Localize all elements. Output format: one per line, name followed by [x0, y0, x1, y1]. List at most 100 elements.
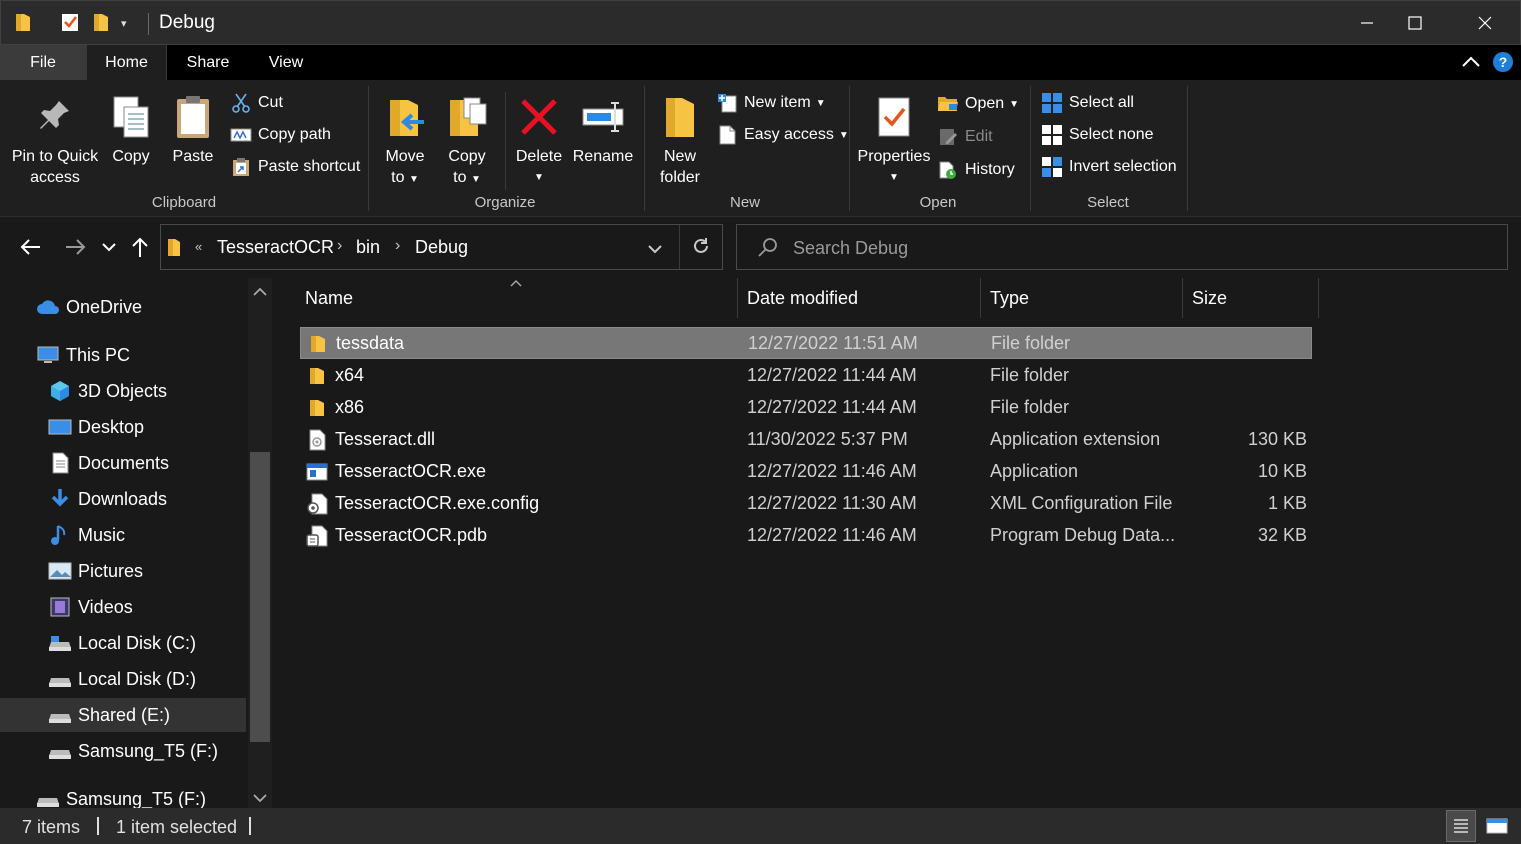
move-to-icon [384, 88, 426, 146]
column-header-name[interactable]: Name [297, 278, 738, 318]
column-header-type[interactable]: Type [982, 278, 1183, 318]
breadcrumb-debug[interactable]: Debug [415, 237, 468, 258]
delete-x-icon [519, 88, 559, 146]
breadcrumb-bin[interactable]: bin [356, 237, 380, 258]
large-icons-view-button[interactable] [1482, 810, 1512, 842]
nav-item-desktop[interactable]: Desktop [0, 410, 246, 444]
new-item-icon [716, 92, 738, 114]
select-none-icon [1041, 124, 1063, 146]
breadcrumb-chevron-icon[interactable]: › [337, 237, 342, 255]
nav-item-samsung-t5-f[interactable]: Samsung_T5 (F:) [0, 734, 246, 768]
drive-icon [48, 631, 72, 655]
new-folder-button[interactable]: New folder [654, 88, 706, 188]
breadcrumb-tesseractocr[interactable]: TesseractOCR [217, 237, 334, 258]
delete-button[interactable]: Delete ▼ [512, 88, 566, 188]
move-to-button[interactable]: Move to ▼ [378, 88, 432, 190]
file-row[interactable]: TesseractOCR.exe 12/27/2022 11:46 AM App… [300, 456, 1312, 488]
nav-scroll-thumb[interactable] [250, 452, 270, 742]
file-row[interactable]: Tesseract.dll 11/30/2022 5:37 PM Applica… [300, 424, 1312, 456]
search-box[interactable] [736, 224, 1508, 270]
paste-button[interactable]: Paste [168, 88, 218, 167]
close-button[interactable] [1451, 1, 1519, 45]
file-list: Name Date modified Type Size tessdata 12… [282, 278, 1521, 808]
recent-locations-button[interactable] [100, 232, 118, 262]
paste-shortcut-button[interactable]: Paste shortcut [230, 155, 360, 179]
select-all-button[interactable]: Select all [1041, 91, 1134, 115]
nav-item-videos[interactable]: Videos [0, 590, 246, 624]
file-type: Application extension [990, 429, 1161, 449]
copy-path-button[interactable]: Copy path [230, 123, 331, 147]
back-button[interactable] [16, 232, 44, 262]
details-view-button[interactable] [1446, 810, 1476, 842]
cloud-icon [36, 295, 60, 319]
address-bar[interactable]: « TesseractOCR › bin › Debug [160, 224, 723, 270]
nav-item-samsung-t5-f-root[interactable]: Samsung_T5 (F:) [0, 782, 246, 808]
file-row[interactable]: x86 12/27/2022 11:44 AM File folder [300, 392, 1312, 424]
copy-button[interactable]: Copy [106, 88, 156, 167]
nav-scrollbar[interactable] [248, 278, 272, 808]
forward-button[interactable] [62, 232, 90, 262]
scroll-up-icon[interactable] [253, 284, 267, 302]
up-button[interactable] [128, 232, 152, 262]
nav-item-pictures[interactable]: Pictures [0, 554, 246, 588]
help-icon[interactable]: ? [1492, 51, 1514, 78]
column-header-date-modified[interactable]: Date modified [739, 278, 981, 318]
properties-button[interactable]: Properties ▼ [856, 88, 932, 188]
clipboard-group-label: Clipboard [151, 194, 217, 211]
qat-dropdown-icon[interactable]: ▾ [121, 17, 127, 30]
search-input[interactable] [793, 235, 1473, 261]
copy-to-dropdown-icon: ▼ [470, 174, 481, 185]
nav-item-onedrive[interactable]: OneDrive [0, 290, 246, 324]
tab-view[interactable]: View [249, 45, 323, 80]
new-item-button[interactable]: New item ▼ [716, 91, 826, 115]
folder-icon [307, 333, 329, 355]
open-group-label: Open [919, 194, 957, 211]
file-type: File folder [990, 397, 1070, 417]
config-file-icon [306, 493, 328, 515]
nav-item-local-disk-c[interactable]: Local Disk (C:) [0, 626, 246, 660]
pin-to-quick-access-button[interactable]: Pin to Quick access [8, 88, 102, 188]
properties-qat-icon[interactable] [61, 11, 79, 33]
pin-icon [37, 88, 73, 146]
new-folder-qat-icon[interactable] [93, 11, 109, 33]
file-size: 130 KB [1247, 429, 1307, 449]
nav-item-music[interactable]: Music [0, 518, 246, 552]
move-to-dropdown-icon: ▼ [408, 174, 419, 185]
nav-item-shared-e[interactable]: Shared (E:) [0, 698, 246, 732]
edit-button[interactable]: Edit [937, 125, 993, 149]
address-dropdown-icon[interactable] [647, 241, 663, 259]
refresh-icon[interactable] [691, 236, 711, 261]
tab-share[interactable]: Share [167, 45, 249, 80]
video-icon [48, 595, 72, 619]
copy-to-button[interactable]: Copy to ▼ [440, 88, 494, 190]
computer-icon [36, 343, 60, 367]
breadcrumb-chevron-icon[interactable]: › [395, 237, 400, 255]
file-type: File folder [991, 333, 1071, 353]
open-button[interactable]: Open ▼ [937, 92, 1019, 116]
file-row[interactable]: TesseractOCR.exe.config 12/27/2022 11:30… [300, 488, 1312, 520]
cut-button[interactable]: Cut [230, 91, 283, 115]
maximize-button[interactable] [1381, 1, 1449, 45]
nav-item-local-disk-d[interactable]: Local Disk (D:) [0, 662, 246, 696]
nav-item-downloads[interactable]: Downloads [0, 482, 246, 516]
tab-file[interactable]: File [0, 45, 86, 80]
file-row[interactable]: TesseractOCR.pdb 12/27/2022 11:46 AM Pro… [300, 520, 1312, 552]
nav-item-this-pc[interactable]: This PC [0, 338, 246, 372]
file-size: 10 KB [1257, 461, 1307, 481]
invert-selection-button[interactable]: Invert selection [1041, 155, 1177, 179]
scroll-down-icon[interactable] [253, 790, 267, 808]
collapse-ribbon-icon[interactable] [1460, 53, 1482, 76]
properties-dropdown-icon: ▼ [889, 172, 899, 183]
file-size: 1 KB [1267, 493, 1307, 513]
history-button[interactable]: History [937, 158, 1015, 182]
nav-item-documents[interactable]: Documents [0, 446, 246, 480]
tab-home[interactable]: Home [86, 45, 167, 80]
address-overflow[interactable]: « [195, 239, 202, 254]
nav-item-3d-objects[interactable]: 3D Objects [0, 374, 246, 408]
column-header-size[interactable]: Size [1184, 278, 1319, 318]
file-row[interactable]: tessdata 12/27/2022 11:51 AM File folder [300, 327, 1312, 359]
easy-access-button[interactable]: Easy access ▼ [716, 123, 849, 147]
file-row[interactable]: x64 12/27/2022 11:44 AM File folder [300, 360, 1312, 392]
select-none-button[interactable]: Select none [1041, 123, 1154, 147]
rename-button[interactable]: Rename [572, 88, 634, 167]
